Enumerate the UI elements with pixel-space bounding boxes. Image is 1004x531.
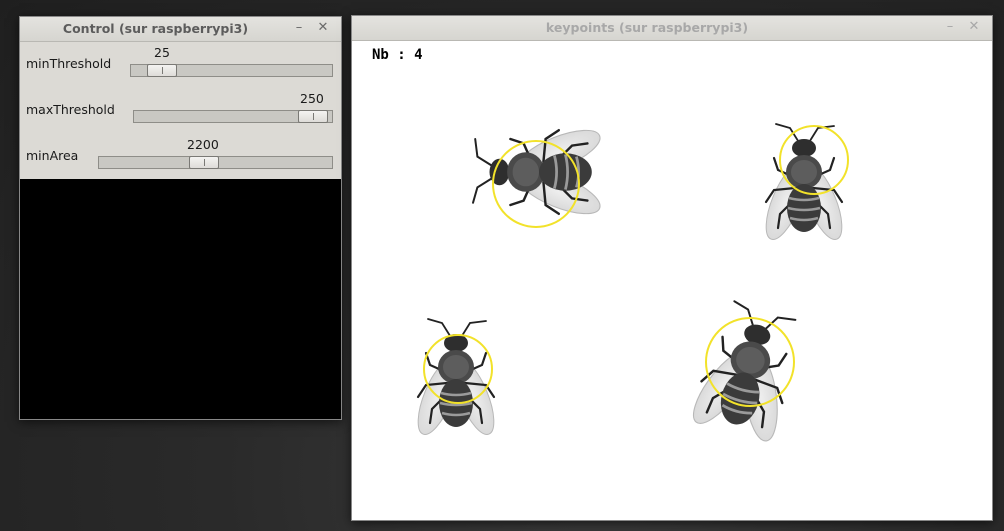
minimize-icon[interactable]: – bbox=[942, 19, 958, 35]
max-threshold-label: maxThreshold bbox=[26, 102, 115, 117]
min-area-label: minArea bbox=[26, 148, 79, 163]
min-area-value: 2200 bbox=[187, 137, 219, 152]
control-titlebar[interactable]: Control (sur raspberrypi3) – ✕ bbox=[20, 17, 341, 42]
min-threshold-slider-thumb[interactable] bbox=[147, 64, 177, 77]
minimize-icon[interactable]: – bbox=[291, 20, 307, 36]
min-threshold-trackbar[interactable] bbox=[130, 64, 333, 77]
keypoints-drawing bbox=[408, 120, 852, 452]
keypoints-image: Nb : 4 bbox=[352, 41, 992, 520]
trackbar-panel: minThreshold 25 maxThreshold 250 minArea… bbox=[20, 42, 341, 179]
control-empty-area bbox=[20, 179, 341, 419]
bee-image-3 bbox=[408, 317, 504, 441]
max-threshold-value: 250 bbox=[300, 91, 324, 106]
close-icon[interactable]: ✕ bbox=[315, 20, 331, 36]
min-threshold-value: 25 bbox=[154, 45, 170, 60]
max-threshold-trackbar[interactable] bbox=[133, 110, 333, 123]
max-threshold-slider-thumb[interactable] bbox=[298, 110, 328, 123]
control-window-title: Control (sur raspberrypi3) bbox=[62, 21, 249, 36]
close-icon[interactable]: ✕ bbox=[966, 19, 982, 35]
bee-image-1 bbox=[471, 120, 607, 224]
min-area-trackbar[interactable] bbox=[98, 156, 333, 169]
keypoints-window: keypoints (sur raspberrypi3) – ✕ Nb : 4 bbox=[351, 15, 993, 521]
control-window: Control (sur raspberrypi3) – ✕ minThresh… bbox=[19, 16, 342, 420]
min-threshold-label: minThreshold bbox=[26, 56, 112, 71]
keypoints-titlebar[interactable]: keypoints (sur raspberrypi3) – ✕ bbox=[352, 16, 992, 41]
min-area-slider-thumb[interactable] bbox=[189, 156, 219, 169]
bee-image-2 bbox=[756, 122, 852, 246]
keypoints-window-title: keypoints (sur raspberrypi3) bbox=[545, 20, 749, 35]
